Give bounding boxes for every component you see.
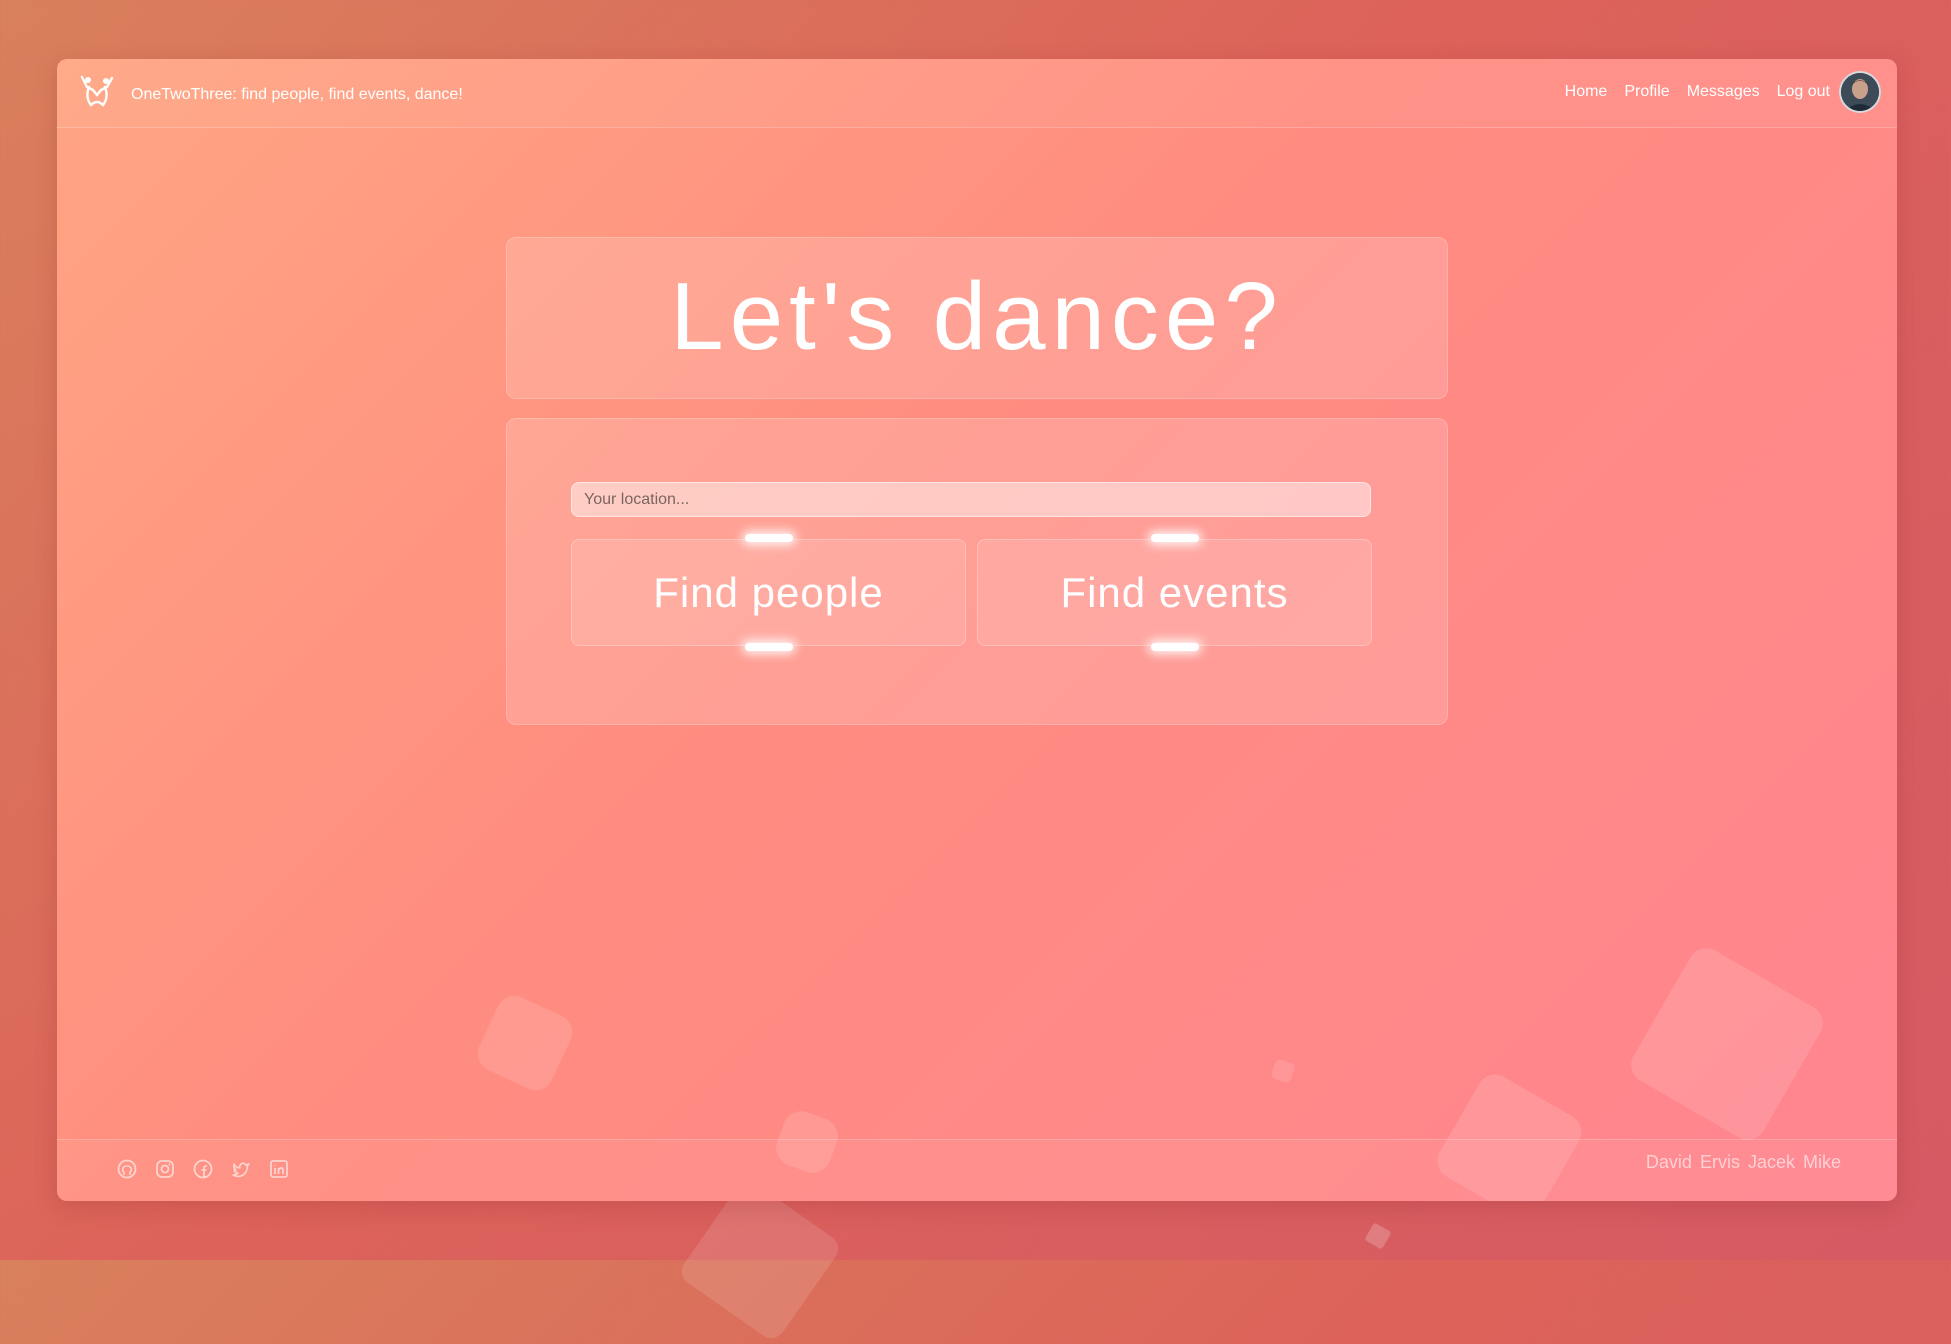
instagram-icon[interactable]	[155, 1159, 175, 1179]
github-icon[interactable]	[117, 1159, 137, 1179]
author-link-jacek[interactable]: Jacek	[1748, 1152, 1795, 1173]
find-events-label: Find events	[1060, 568, 1289, 616]
find-people-label: Find people	[653, 568, 884, 616]
headline-card: Let's dance?	[506, 237, 1448, 399]
decorative-shape	[1270, 1058, 1296, 1084]
nav-messages-link[interactable]: Messages	[1687, 83, 1760, 101]
main-nav: Home Profile Messages Log out	[1565, 71, 1881, 113]
find-events-button[interactable]: Find events	[977, 534, 1372, 651]
decorative-shape	[471, 989, 579, 1097]
author-link-mike[interactable]: Mike	[1803, 1152, 1841, 1173]
brand[interactable]: OneTwoThree: find people, find events, d…	[79, 75, 463, 114]
dancers-logo-icon	[79, 75, 115, 114]
nav-profile-link[interactable]: Profile	[1624, 83, 1669, 101]
brand-title: OneTwoThree: find people, find events, d…	[131, 85, 463, 103]
glow-indicator	[1150, 643, 1199, 651]
footer: David Ervis Jacek Mike	[57, 1139, 1897, 1201]
linkedin-icon[interactable]	[269, 1159, 289, 1179]
author-link-ervis[interactable]: Ervis	[1700, 1152, 1740, 1173]
facebook-icon[interactable]	[193, 1159, 213, 1179]
user-avatar[interactable]	[1839, 71, 1881, 113]
background-diamond-shape	[676, 1176, 844, 1344]
glow-indicator	[744, 643, 793, 651]
social-links	[117, 1159, 289, 1179]
page-title: Let's dance?	[670, 263, 1284, 370]
author-links: David Ervis Jacek Mike	[1646, 1152, 1841, 1173]
search-card: Find people Find events	[506, 418, 1448, 725]
app-window: OneTwoThree: find people, find events, d…	[57, 59, 1897, 1201]
decorative-shape	[1624, 941, 1830, 1147]
location-input[interactable]	[571, 482, 1371, 517]
nav-logout-link[interactable]: Log out	[1777, 83, 1830, 101]
background-square-shape	[1364, 1222, 1392, 1250]
glow-indicator	[1150, 534, 1199, 542]
author-link-david[interactable]: David	[1646, 1152, 1692, 1173]
find-people-button[interactable]: Find people	[571, 534, 966, 651]
glow-indicator	[744, 534, 793, 542]
nav-home-link[interactable]: Home	[1565, 83, 1608, 101]
twitter-icon[interactable]	[231, 1159, 251, 1179]
top-navigation-bar: OneTwoThree: find people, find events, d…	[57, 59, 1897, 128]
